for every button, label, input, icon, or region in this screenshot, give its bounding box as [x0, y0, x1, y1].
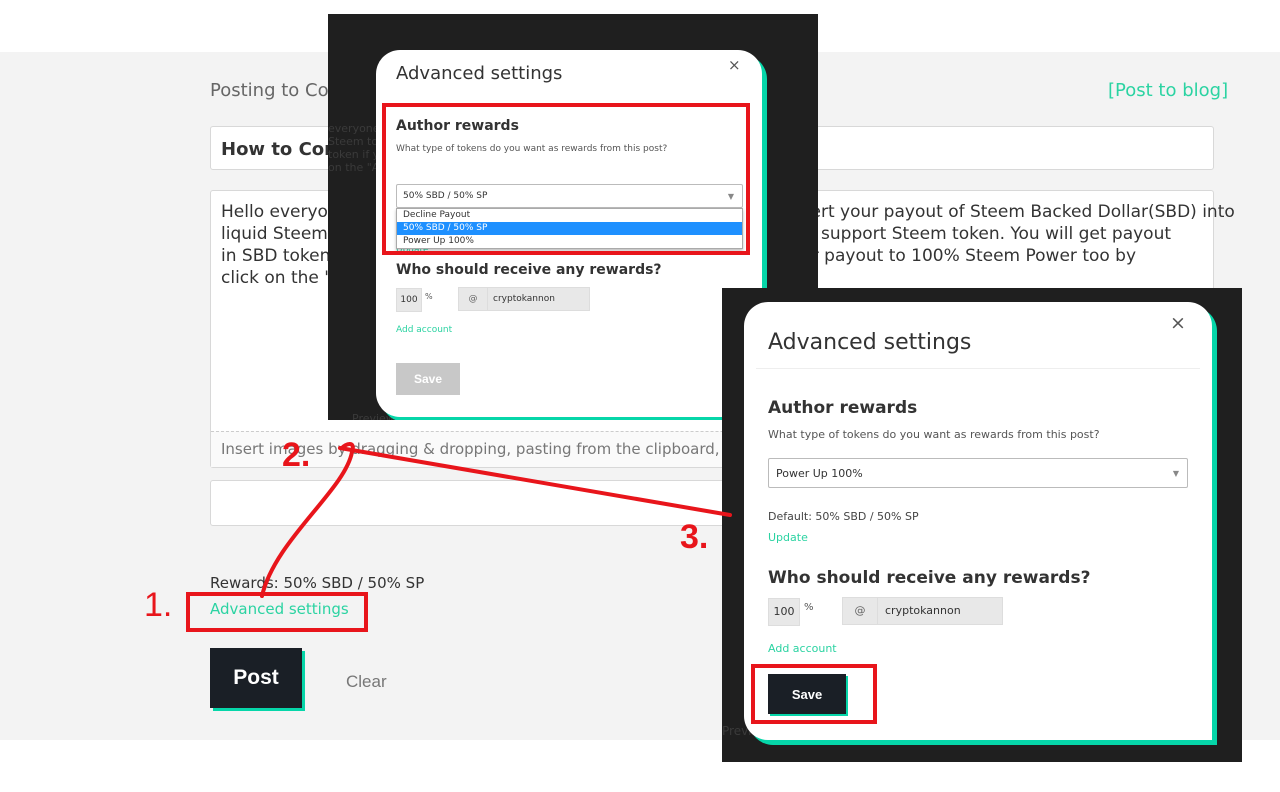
advanced-settings-modal: Advanced settings × Author rewards What … — [376, 50, 762, 417]
payout-dropdown-list: Decline Payout 50% SBD / 50% SP Power Up… — [396, 208, 743, 249]
clear-button[interactable]: Clear — [346, 672, 387, 692]
update-link[interactable]: Update — [768, 531, 808, 544]
author-rewards-heading: Author rewards — [768, 398, 918, 418]
close-icon[interactable]: × — [1170, 312, 1186, 334]
divider — [756, 368, 1200, 369]
percent-sign: % — [804, 602, 814, 613]
modal-title: Advanced settings — [396, 63, 563, 84]
save-button[interactable]: Save — [768, 674, 846, 714]
add-account-link[interactable]: Add account — [396, 325, 452, 335]
ghost-text: token if y — [328, 148, 380, 161]
advanced-settings-link[interactable]: Advanced settings — [210, 600, 349, 618]
rewards-label: Rewards: 50% SBD / 50% SP — [210, 574, 425, 592]
author-rewards-hint: What type of tokens do you want as rewar… — [768, 428, 1100, 441]
annotation-step1-label: 1. — [144, 586, 173, 624]
beneficiaries-heading: Who should receive any rewards? — [396, 262, 662, 278]
payout-option-decline[interactable]: Decline Payout — [397, 209, 742, 222]
account-input[interactable]: cryptokannon — [487, 287, 590, 311]
close-icon[interactable]: × — [728, 56, 741, 74]
percent-input[interactable]: 100 — [396, 288, 422, 312]
save-button-disabled[interactable]: Save — [396, 363, 460, 395]
annotation-step3-label: 3. — [680, 518, 709, 556]
chevron-down-icon: ▼ — [1172, 469, 1179, 478]
page: Posting to Community [Post to blog] How … — [0, 0, 1280, 792]
payout-select-value: Power Up 100% — [776, 467, 863, 480]
author-rewards-heading: Author rewards — [396, 118, 519, 134]
at-sign: @ — [842, 597, 878, 625]
post-button[interactable]: Post — [210, 648, 302, 708]
percent-sign: % — [425, 292, 433, 301]
chevron-down-icon: ▼ — [727, 192, 734, 201]
payout-select[interactable]: Power Up 100% ▼ — [768, 458, 1188, 488]
percent-input[interactable]: 100 — [768, 598, 800, 626]
payout-option-power-up[interactable]: Power Up 100% — [397, 235, 742, 248]
account-input[interactable]: cryptokannon — [877, 597, 1003, 625]
payout-select-value: 50% SBD / 50% SP — [403, 191, 488, 201]
annotation-step2-label: 2. — [282, 436, 311, 474]
payout-select[interactable]: 50% SBD / 50% SP ▼ — [396, 184, 743, 208]
advanced-settings-modal: Advanced settings × Author rewards What … — [744, 302, 1212, 740]
payout-option-50-50[interactable]: 50% SBD / 50% SP — [397, 222, 742, 235]
add-account-link[interactable]: Add account — [768, 642, 837, 655]
default-payout-note: Default: 50% SBD / 50% SP — [768, 510, 919, 523]
step3-screenshot: Preview Advanced settings × Author rewar… — [722, 288, 1242, 762]
at-sign: @ — [458, 287, 488, 311]
post-to-blog-link[interactable]: [Post to blog] — [1108, 80, 1228, 101]
beneficiaries-heading: Who should receive any rewards? — [768, 568, 1091, 588]
modal-title: Advanced settings — [768, 330, 972, 355]
author-rewards-hint: What type of tokens do you want as rewar… — [396, 144, 668, 154]
